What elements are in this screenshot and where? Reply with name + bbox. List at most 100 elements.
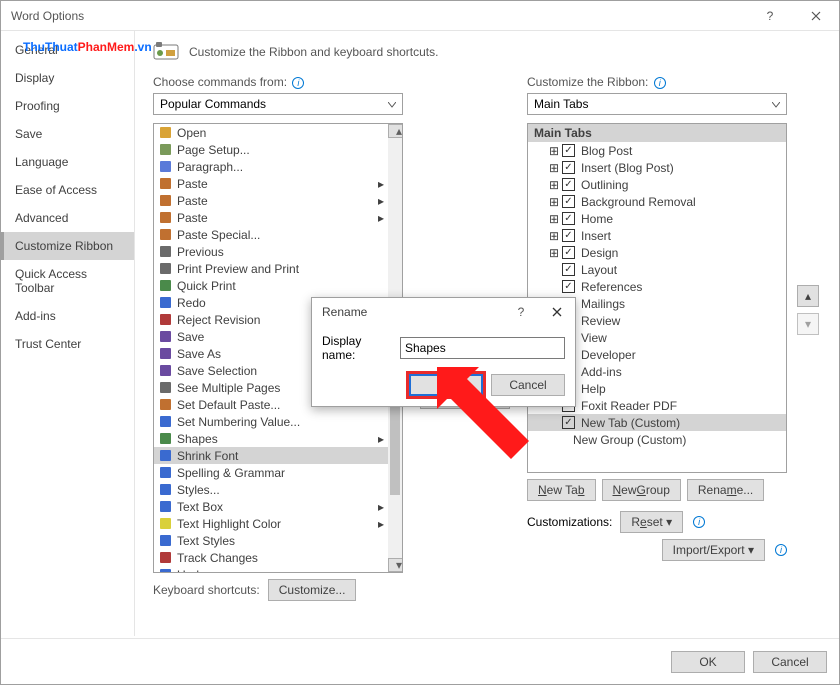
sidebar-item-quick-access-toolbar[interactable]: Quick Access Toolbar	[1, 260, 134, 302]
checkbox[interactable]: ✓	[562, 416, 575, 429]
sidebar-item-language[interactable]: Language	[1, 148, 134, 176]
combo-value: Main Tabs	[534, 97, 588, 111]
checkbox[interactable]: ✓	[562, 212, 575, 225]
command-item[interactable]: Track Changes	[154, 549, 388, 566]
tree-label: Review	[581, 314, 620, 328]
command-item[interactable]: Paste▸	[154, 175, 388, 192]
sidebar-item-advanced[interactable]: Advanced	[1, 204, 134, 232]
tree-item[interactable]: ✓Layout	[528, 261, 786, 278]
window-ok-button[interactable]: OK	[671, 651, 745, 673]
command-item[interactable]: Print Preview and Print	[154, 260, 388, 277]
info-icon[interactable]: i	[292, 77, 304, 89]
window-title: Word Options	[11, 9, 84, 23]
new-group-button[interactable]: New Group	[602, 479, 681, 501]
combo-value: Popular Commands	[160, 97, 266, 111]
sidebar-item-general[interactable]: General	[1, 36, 134, 64]
scroll-up-icon[interactable]: ▴	[388, 124, 403, 138]
display-name-input[interactable]	[400, 337, 565, 359]
tree-label: Outlining	[581, 178, 628, 192]
tree-item[interactable]: ⊞✓ Design	[528, 244, 786, 261]
tree-item[interactable]: ⊞✓ Outlining	[528, 176, 786, 193]
checkbox[interactable]: ✓	[562, 195, 575, 208]
command-icon	[158, 330, 172, 344]
expand-icon[interactable]: ⊞	[549, 246, 559, 260]
dialog-ok-button[interactable]: OK	[409, 374, 483, 396]
command-item[interactable]: Paste▸	[154, 209, 388, 226]
customize-keyboard-button[interactable]: Customize...	[268, 579, 357, 601]
header-text: Customize the Ribbon and keyboard shortc…	[189, 45, 438, 59]
dialog-help-button[interactable]: ?	[503, 298, 539, 326]
reset-button[interactable]: Reset ▾	[620, 511, 683, 533]
help-button[interactable]: ?	[747, 1, 793, 31]
tree-item[interactable]: ✓New Tab (Custom)	[528, 414, 786, 431]
tree-item[interactable]: ⊞✓Insert (Blog Post)	[528, 159, 786, 176]
command-label: Text Highlight Color	[177, 517, 281, 531]
checkbox[interactable]: ✓	[562, 178, 575, 191]
command-item[interactable]: Previous	[154, 243, 388, 260]
tree-item[interactable]: ⊞✓Blog Post	[528, 142, 786, 159]
expand-icon[interactable]: ⊞	[549, 212, 559, 226]
command-item[interactable]: Open	[154, 124, 388, 141]
move-down-button[interactable]: ▾	[797, 313, 819, 335]
checkbox[interactable]: ✓	[562, 229, 575, 242]
tree-label: Design	[581, 246, 618, 260]
checkbox[interactable]: ✓	[562, 161, 575, 174]
command-item[interactable]: Text Highlight Color▸	[154, 515, 388, 532]
tree-item[interactable]: ✓References	[528, 278, 786, 295]
sidebar-item-display[interactable]: Display	[1, 64, 134, 92]
tree-header: Main Tabs	[528, 124, 786, 142]
sidebar-item-add-ins[interactable]: Add-ins	[1, 302, 134, 330]
checkbox[interactable]: ✓	[562, 246, 575, 259]
command-item[interactable]: Paste Special...	[154, 226, 388, 243]
command-item[interactable]: Page Setup...	[154, 141, 388, 158]
sidebar-item-save[interactable]: Save	[1, 120, 134, 148]
new-tab-button[interactable]: New Tab	[527, 479, 596, 501]
command-item[interactable]: Set Numbering Value...	[154, 413, 388, 430]
tree-item[interactable]: ⊞✓Home	[528, 210, 786, 227]
checkbox[interactable]: ✓	[562, 280, 575, 293]
command-item[interactable]: Text Styles	[154, 532, 388, 549]
sidebar-item-trust-center[interactable]: Trust Center	[1, 330, 134, 358]
dialog-close-button[interactable]	[539, 298, 575, 326]
sidebar-item-proofing[interactable]: Proofing	[1, 92, 134, 120]
tree-item[interactable]: ⊞✓Background Removal	[528, 193, 786, 210]
command-item[interactable]: Shapes▸	[154, 430, 388, 447]
dialog-cancel-button[interactable]: Cancel	[491, 374, 565, 396]
info-icon[interactable]: i	[693, 516, 705, 528]
command-label: Track Changes	[177, 551, 258, 565]
close-button[interactable]	[793, 1, 839, 31]
choose-commands-combo[interactable]: Popular Commands	[153, 93, 403, 115]
expand-icon[interactable]: ⊞	[549, 229, 559, 243]
command-item[interactable]: Text Box▸	[154, 498, 388, 515]
expand-icon[interactable]: ⊞	[549, 178, 559, 192]
rename-button[interactable]: Rename...	[687, 479, 764, 501]
command-item[interactable]: Paragraph...	[154, 158, 388, 175]
tree-item-child[interactable]: New Group (Custom)	[528, 431, 786, 448]
expand-icon[interactable]: ⊞	[549, 161, 559, 175]
checkbox[interactable]: ✓	[562, 144, 575, 157]
window-cancel-button[interactable]: Cancel	[753, 651, 827, 673]
command-item[interactable]: Quick Print	[154, 277, 388, 294]
tree-item[interactable]: ⊞✓Insert	[528, 227, 786, 244]
customize-ribbon-combo[interactable]: Main Tabs	[527, 93, 787, 115]
command-item[interactable]: Styles...	[154, 481, 388, 498]
command-item[interactable]: Paste▸	[154, 192, 388, 209]
checkbox[interactable]: ✓	[562, 263, 575, 276]
command-icon	[158, 126, 172, 140]
command-item[interactable]: Spelling & Grammar	[154, 464, 388, 481]
expand-icon[interactable]: ⊞	[549, 195, 559, 209]
command-item[interactable]: Undo▸	[154, 566, 388, 573]
import-export-button[interactable]: Import/Export ▾	[662, 539, 765, 561]
info-icon[interactable]: i	[775, 544, 787, 556]
tree-label: Mailings	[581, 297, 625, 311]
command-item[interactable]: Shrink Font	[154, 447, 388, 464]
sidebar-item-customize-ribbon[interactable]: Customize Ribbon	[1, 232, 134, 260]
sidebar-item-ease-of-access[interactable]: Ease of Access	[1, 176, 134, 204]
scroll-down-icon[interactable]: ▾	[388, 558, 403, 572]
command-label: Save	[177, 330, 204, 344]
command-icon	[158, 466, 172, 480]
info-icon[interactable]: i	[654, 77, 666, 89]
expand-icon[interactable]: ⊞	[549, 144, 559, 158]
move-up-button[interactable]: ▴	[797, 285, 819, 307]
command-icon	[158, 279, 172, 293]
